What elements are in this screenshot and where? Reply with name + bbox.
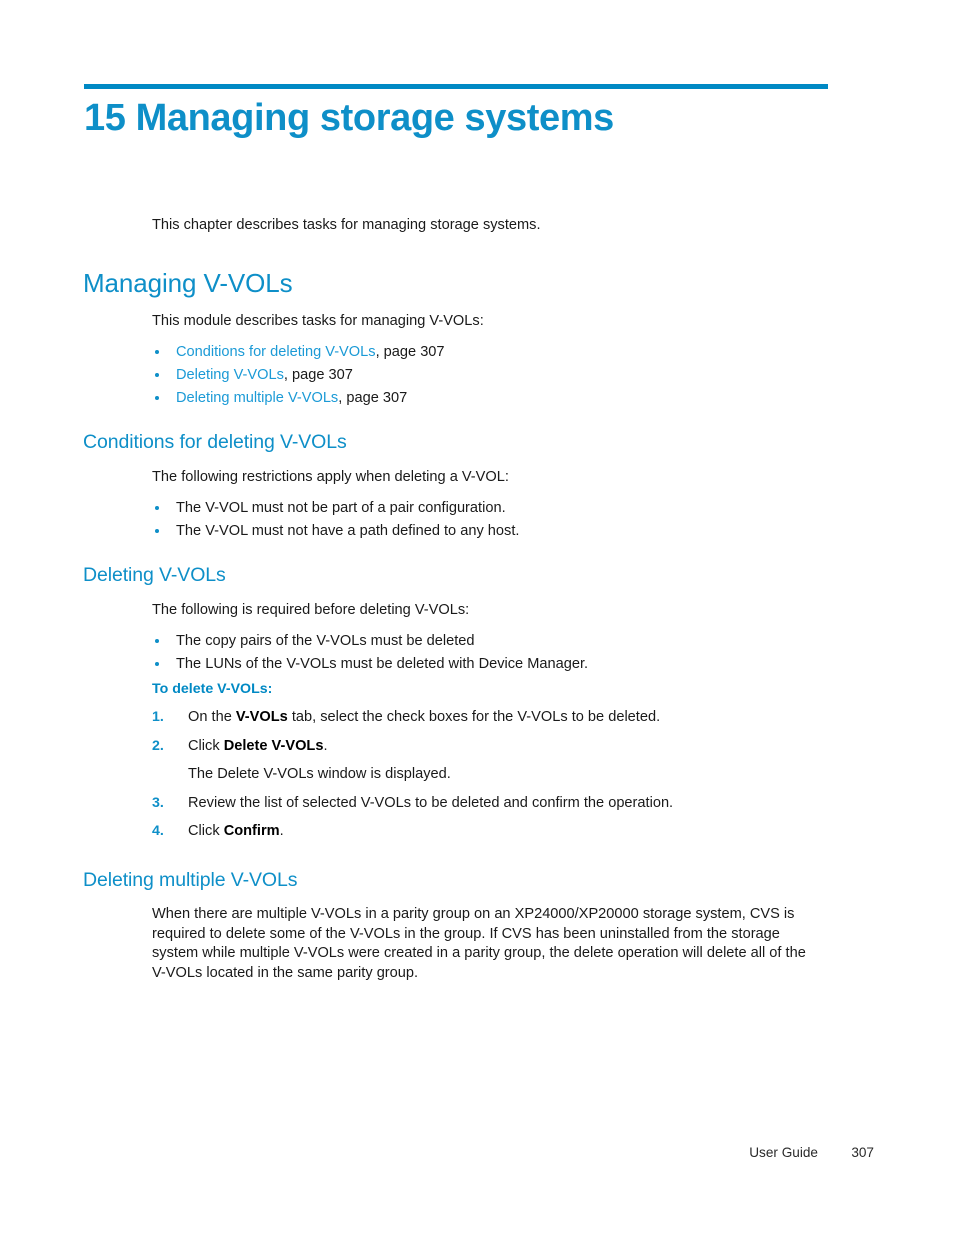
list-item: The copy pairs of the V-VOLs must be del… [152,630,822,653]
heading-managing-vvols: Managing V-VOLs [83,268,293,298]
procedure-step: 2. Click Delete V-VOLs. [152,737,822,756]
list-item-label: The V-VOL must not be part of a pair con… [176,499,506,516]
step-text-pre: On the [188,709,236,725]
footer-page-number: 307 [851,1145,874,1160]
deleting-block: The following is required before deletin… [152,601,822,676]
procedure-heading-to-delete-vvols: To delete V-VOLs: [152,681,273,697]
procedure-step: 1. On the V-VOLs tab, select the check bo… [152,708,822,727]
heading-deleting-multiple-vvols: Deleting multiple V-VOLs [83,869,298,891]
step-number: 4. [152,823,164,839]
list-item[interactable]: Deleting multiple V-VOLs, page 307 [152,387,822,410]
managing-vvols-link-list: Conditions for deleting V-VOLs, page 307… [152,341,822,410]
list-item-label: The copy pairs of the V-VOLs must be del… [176,632,475,649]
delete-vvols-procedure: 1. On the V-VOLs tab, select the check bo… [152,708,822,851]
list-item: The LUNs of the V-VOLs must be deleted w… [152,653,822,676]
bullet-dot-icon [155,349,159,354]
list-item: The V-VOL must not be part of a pair con… [152,497,822,520]
list-item[interactable]: Deleting V-VOLs, page 307 [152,364,822,387]
chapter-title: 15 Managing storage systems [84,97,614,139]
procedure-step: 4. Click Confirm. [152,822,822,841]
bullet-dot-icon [155,661,159,666]
cross-reference-link[interactable]: Deleting V-VOLs [176,367,284,383]
step-ui-label[interactable]: Delete V-VOLs [224,738,324,754]
document-page: 15 Managing storage systems This chapter… [0,0,954,1235]
cross-reference-page: , page 307 [338,389,408,406]
list-item-label: The LUNs of the V-VOLs must be deleted w… [176,655,589,672]
cross-reference-link[interactable]: Deleting multiple V-VOLs [176,390,338,406]
bullet-dot-icon [155,505,159,510]
cross-reference-link[interactable]: Conditions for deleting V-VOLs [176,344,376,360]
managing-vvols-intro: This module describes tasks for managing… [152,313,484,329]
chapter-intro-text: This chapter describes tasks for managin… [152,217,541,233]
heading-deleting-vvols: Deleting V-VOLs [83,564,226,586]
deleting-intro: The following is required before deletin… [152,602,470,618]
chapter-intro-block: This chapter describes tasks for managin… [152,216,822,236]
bullet-dot-icon [155,638,159,643]
step-text-post: . [279,823,284,839]
procedure-step: 3. Review the list of selected V-VOLs to … [152,794,822,813]
step-text-pre: Click [188,737,224,754]
bullet-dot-icon [155,395,159,400]
cross-reference-page: , page 307 [375,343,445,360]
chapter-rule-divider [84,84,828,89]
deleting-bullet-list: The copy pairs of the V-VOLs must be del… [152,630,822,676]
list-item-label: The V-VOL must not have a path defined t… [176,522,520,539]
step-result-text: The Delete V-VOLs window is displayed. [188,766,451,782]
heading-conditions-for-deleting-vvols: Conditions for deleting V-VOLs [83,431,347,453]
conditions-block: The following restrictions apply when de… [152,468,822,543]
managing-vvols-block: This module describes tasks for managing… [152,312,822,410]
step-ui-label[interactable]: V-VOLs [236,709,288,725]
conditions-intro: The following restrictions apply when de… [152,469,509,485]
conditions-bullet-list: The V-VOL must not be part of a pair con… [152,497,822,543]
cross-reference-page: , page 307 [283,366,353,383]
step-number: 1. [152,709,164,725]
bullet-dot-icon [155,528,159,533]
step-number: 2. [152,737,164,754]
list-item[interactable]: Conditions for deleting V-VOLs, page 307 [152,341,822,364]
footer-guide-label: User Guide [749,1145,818,1160]
step-text-pre: Click [188,823,224,839]
deleting-multiple-block: When there are multiple V-VOLs in a pari… [152,905,822,983]
step-ui-label[interactable]: Confirm [224,823,280,839]
list-item: The V-VOL must not have a path defined t… [152,520,822,543]
step-text-post: tab, select the check boxes for the V-VO… [287,709,661,725]
deleting-multiple-paragraph: When there are multiple V-VOLs in a pari… [152,906,806,981]
step-number: 3. [152,794,164,811]
step-text-pre: Review the list of selected V-VOLs to be… [188,794,674,811]
step-text-post: . [323,737,328,754]
procedure-step-list: 1. On the V-VOLs tab, select the check bo… [152,708,822,841]
bullet-dot-icon [155,372,159,377]
